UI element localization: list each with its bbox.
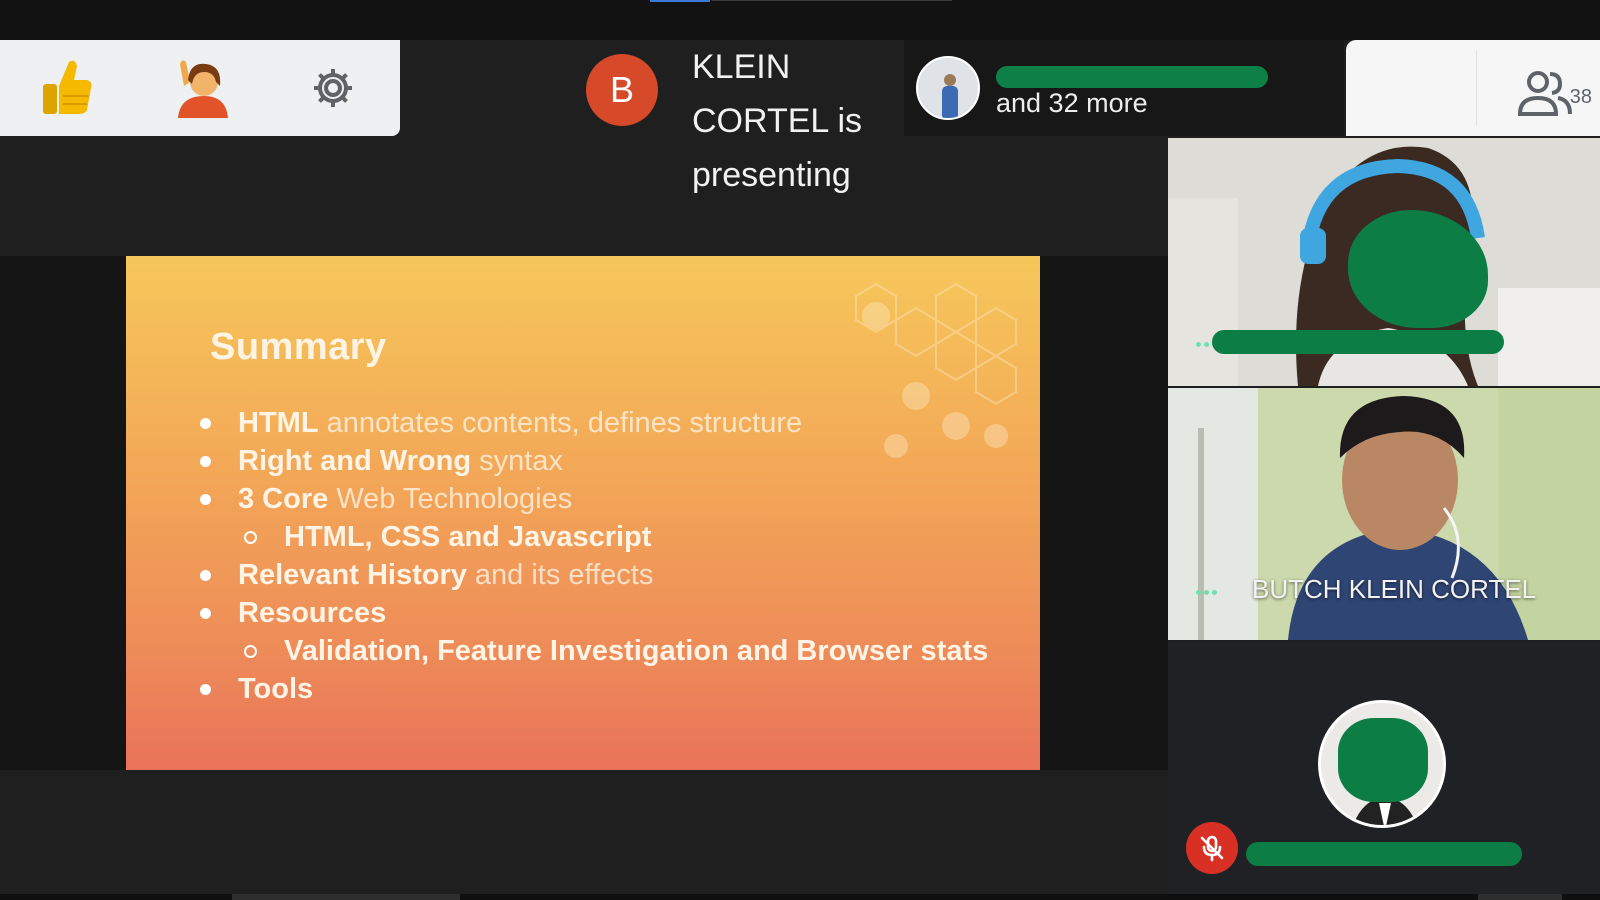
bullet-bold-text: Resources <box>238 597 387 629</box>
bullet-text: syntax <box>471 445 563 477</box>
bullet-text: and its effects <box>466 559 654 591</box>
bullet-bold-text: Validation, Feature Investigation and Br… <box>284 635 989 667</box>
active-tab-indicator <box>650 0 710 2</box>
bullet-bold-text: 3 Core <box>238 483 329 515</box>
slide-title: Summary <box>210 326 387 368</box>
participants-chip[interactable]: and 32 more <box>904 40 1344 136</box>
video-tile-3[interactable] <box>1168 642 1600 894</box>
participants-text: and 32 more <box>996 58 1276 119</box>
slide-bullet: HTML annotates contents, defines structu… <box>200 404 988 442</box>
face-redaction <box>1338 718 1428 802</box>
bullet-bold-text: HTML <box>238 407 319 439</box>
raise-hand-button[interactable] <box>133 40 266 136</box>
reactions-bar <box>0 40 400 136</box>
participants-more: and 32 more <box>996 87 1148 118</box>
thumbs-up-button[interactable] <box>0 40 133 136</box>
speaking-indicator <box>1196 590 1217 595</box>
slide-bullet-list: HTML annotates contents, defines structu… <box>200 404 988 708</box>
presenter-banner: B KLEIN CORTEL is presenting <box>586 40 882 202</box>
mic-off-indicator <box>1186 822 1238 874</box>
meeting-window: B KLEIN CORTEL is presenting and 32 more <box>0 0 1600 900</box>
presentation-area: Summary HTML annotates contents, defines… <box>0 256 1168 770</box>
bullet-text: annotates contents, defines structure <box>318 407 803 439</box>
participant-avatar <box>916 56 980 120</box>
tab-divider <box>712 0 952 1</box>
slide-bullet: Resources <box>200 594 988 632</box>
people-panel: 38 <box>1346 40 1600 136</box>
video-tile-1[interactable] <box>1168 138 1600 386</box>
avatar-body <box>942 86 958 118</box>
people-button[interactable]: 38 <box>1516 62 1596 118</box>
people-count: 38 <box>1569 86 1592 108</box>
slide-bullet: Relevant History and its effects <box>200 556 988 594</box>
bullet-bold-text: Relevant History <box>238 559 467 591</box>
bullet-bold-text: HTML, CSS and Javascript <box>284 521 652 553</box>
mic-off-icon <box>1200 835 1224 862</box>
bottom-bar-segment <box>232 894 460 900</box>
people-icon <box>1517 71 1572 116</box>
video-tile-2[interactable]: BUTCH KLEIN CORTEL <box>1168 388 1600 640</box>
participant-name-redacted <box>996 58 1276 88</box>
slide-bullet: Right and Wrong syntax <box>200 442 988 480</box>
top-strip <box>0 0 1600 40</box>
avatar-head <box>944 74 956 86</box>
slide-sub-bullet: HTML, CSS and Javascript <box>200 518 988 556</box>
slide-bullet: 3 Core Web Technologies <box>200 480 988 518</box>
presenter-label: KLEIN CORTEL is presenting <box>692 40 882 202</box>
presentation-slide: Summary HTML annotates contents, defines… <box>126 256 1040 770</box>
panel-divider <box>1476 50 1477 126</box>
name-redaction <box>1212 330 1504 354</box>
gear-icon <box>313 69 352 107</box>
bullet-bold-text: Right and Wrong <box>238 445 472 477</box>
raise-hand-icon <box>177 60 228 118</box>
settings-button[interactable] <box>266 40 399 136</box>
presenter-line-3: presenting <box>692 156 851 194</box>
bullet-text: Web Technologies <box>328 483 573 515</box>
thumbs-up-icon <box>42 60 91 114</box>
redaction-mark <box>996 65 1268 88</box>
slide-sub-bullet: Validation, Feature Investigation and Br… <box>200 632 988 670</box>
bottom-strip <box>0 894 1600 900</box>
presenter-avatar: B <box>586 54 658 126</box>
slide-bullet: Tools <box>200 670 988 708</box>
bottom-bar-segment <box>1478 894 1562 900</box>
presenter-line-2: CORTEL is <box>692 102 863 140</box>
bullet-bold-text: Tools <box>238 673 314 705</box>
participant-name: BUTCH KLEIN CORTEL <box>1252 574 1537 604</box>
presenter-line-1: KLEIN <box>692 48 791 86</box>
name-redaction <box>1246 842 1522 866</box>
